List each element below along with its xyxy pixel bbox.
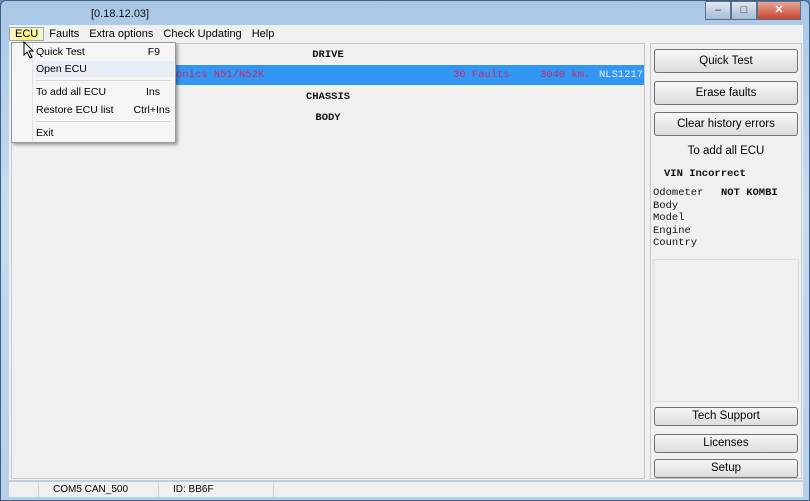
odometer-value: NOT KOMBI (721, 187, 778, 199)
menu-item-label: Restore ECU list (36, 104, 114, 116)
menu-item-restore-ecu-list[interactable]: Restore ECU list Ctrl+Ins (36, 102, 174, 118)
menu-item-open-ecu[interactable]: Open ECU (36, 61, 174, 77)
vin-status: VIN Incorrect (664, 168, 746, 180)
menu-item-label: Quick Test (36, 46, 85, 58)
ecu-dropdown-menu: Quick Test F9 Open ECU To add all ECU Ins … (11, 42, 176, 143)
setup-button[interactable]: Setup (654, 459, 798, 478)
info-panel (653, 259, 799, 402)
mouse-pointer-icon (23, 41, 35, 59)
window-title: [0.18.12.03] (91, 8, 150, 20)
status-bar: COM5 CAN_500 ID: BB6F (9, 481, 803, 497)
add-all-ecu-label: To add all ECU (687, 145, 765, 157)
odometer-label: Odometer (653, 187, 704, 199)
menu-item-label: Exit (36, 127, 54, 139)
shortcut: Ctrl+Ins (133, 104, 170, 116)
model-label: Model (653, 212, 685, 224)
menu-item-add-all-ecu[interactable]: To add all ECU Ins (36, 84, 174, 100)
menu-item-label: To add all ECU (36, 86, 107, 98)
menu-item-exit[interactable]: Exit (36, 125, 174, 141)
erase-faults-button[interactable]: Erase faults (654, 81, 798, 105)
port-status: COM5 CAN_500 (39, 482, 159, 497)
country-label: Country (653, 237, 698, 249)
id-status: ID: BB6F (159, 482, 274, 497)
menu-extra-options[interactable]: Extra options (84, 28, 158, 40)
right-panel: Quick Test Erase faults Clear history er… (650, 43, 802, 479)
menu-ecu[interactable]: ECU (9, 26, 45, 41)
clear-history-button[interactable]: Clear history errors (654, 112, 798, 136)
shortcut: F9 (147, 46, 160, 58)
engine-label: Engine (653, 225, 691, 237)
menu-item-quick-test[interactable]: Quick Test F9 (36, 44, 174, 60)
shortcut: Ins (145, 86, 160, 98)
menu-help[interactable]: Help (247, 28, 280, 40)
menu-check-updating[interactable]: Check Updating (158, 28, 246, 40)
quick-test-button[interactable]: Quick Test (654, 49, 798, 73)
km-value: 3040 km. (540, 69, 591, 81)
ecu-id: NLS1217 (599, 69, 644, 81)
menu-item-label: Open ECU (36, 63, 87, 75)
tech-support-button[interactable]: Tech Support (654, 407, 798, 426)
fault-count: 30 Faults (453, 69, 510, 81)
minimize-button[interactable]: – (705, 1, 731, 20)
ecu-name: onics N51/N52K (176, 69, 265, 81)
menu-bar: ECU Faults Extra options Check Updating … (9, 25, 803, 42)
body-label: Body (653, 200, 679, 212)
maximize-button[interactable]: □ (731, 1, 757, 20)
licenses-button[interactable]: Licenses (654, 434, 798, 453)
close-button[interactable]: ✕ (757, 1, 801, 20)
app-window: [0.18.12.03] – □ ✕ ECU Faults Extra opti… (0, 0, 810, 501)
menu-faults[interactable]: Faults (44, 28, 84, 40)
